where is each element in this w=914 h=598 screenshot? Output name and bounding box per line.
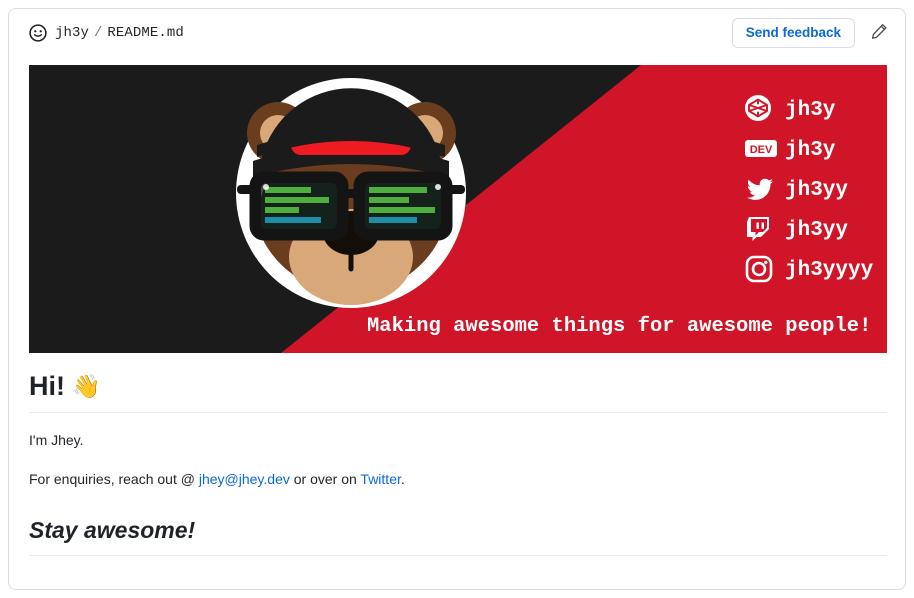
enquiries-paragraph: For enquiries, reach out @ jhey@jhey.dev… — [29, 452, 887, 491]
social-handle: jh3y — [785, 99, 836, 122]
breadcrumb: jh3y / README.md — [29, 24, 732, 42]
header-actions: Send feedback — [731, 17, 893, 49]
glasses — [237, 171, 465, 241]
wave-emoji: 👋 — [72, 373, 101, 400]
breadcrumb-owner[interactable]: jh3y — [55, 25, 89, 41]
file-header: jh3y / README.md Send feedback — [9, 9, 905, 57]
social-handle: jh3y — [785, 139, 836, 162]
enquiries-suffix: . — [400, 470, 405, 487]
heading-stay-awesome: Stay awesome! — [29, 490, 887, 557]
banner-graphic: jh3y DEV jh3y jh3yy jh3yy jh3yyyy Making… — [29, 65, 887, 353]
edit-button[interactable] — [865, 19, 893, 47]
codepen-icon — [745, 95, 771, 121]
intro-paragraph: I'm Jhey. — [29, 432, 84, 449]
social-handle: jh3yyyy — [785, 259, 874, 282]
breadcrumb-filename[interactable]: README.md — [107, 25, 184, 41]
dev-badge-text: DEV — [750, 144, 773, 156]
email-link[interactable]: jhey@jhey.dev — [199, 471, 290, 487]
enquiries-middle: or over on — [289, 470, 361, 487]
social-handle: jh3yy — [785, 179, 848, 202]
send-feedback-button[interactable]: Send feedback — [731, 17, 855, 49]
readme-card: jh3y / README.md Send feedback jh3y DEV … — [8, 8, 906, 590]
social-link-codepen: jh3y — [745, 95, 836, 122]
enquiries-prefix: For enquiries, reach out @ — [29, 470, 199, 487]
heading-hi: Hi! 👋 — [29, 369, 887, 414]
smiley-icon — [29, 24, 47, 42]
social-handle: jh3yy — [785, 219, 848, 242]
twitter-link[interactable]: Twitter — [360, 471, 400, 487]
heading-hi-text: Hi! — [29, 371, 65, 401]
banner-tagline: Making awesome things for awesome people… — [367, 315, 871, 338]
profile-banner: jh3y DEV jh3y jh3yy jh3yy jh3yyyy Making… — [29, 65, 887, 353]
pencil-icon — [871, 23, 888, 43]
breadcrumb-separator: / — [94, 25, 103, 41]
readme-content: Hi! 👋 I'm Jhey. For enquiries, reach out… — [29, 369, 887, 557]
dev-icon: DEV — [745, 140, 777, 157]
